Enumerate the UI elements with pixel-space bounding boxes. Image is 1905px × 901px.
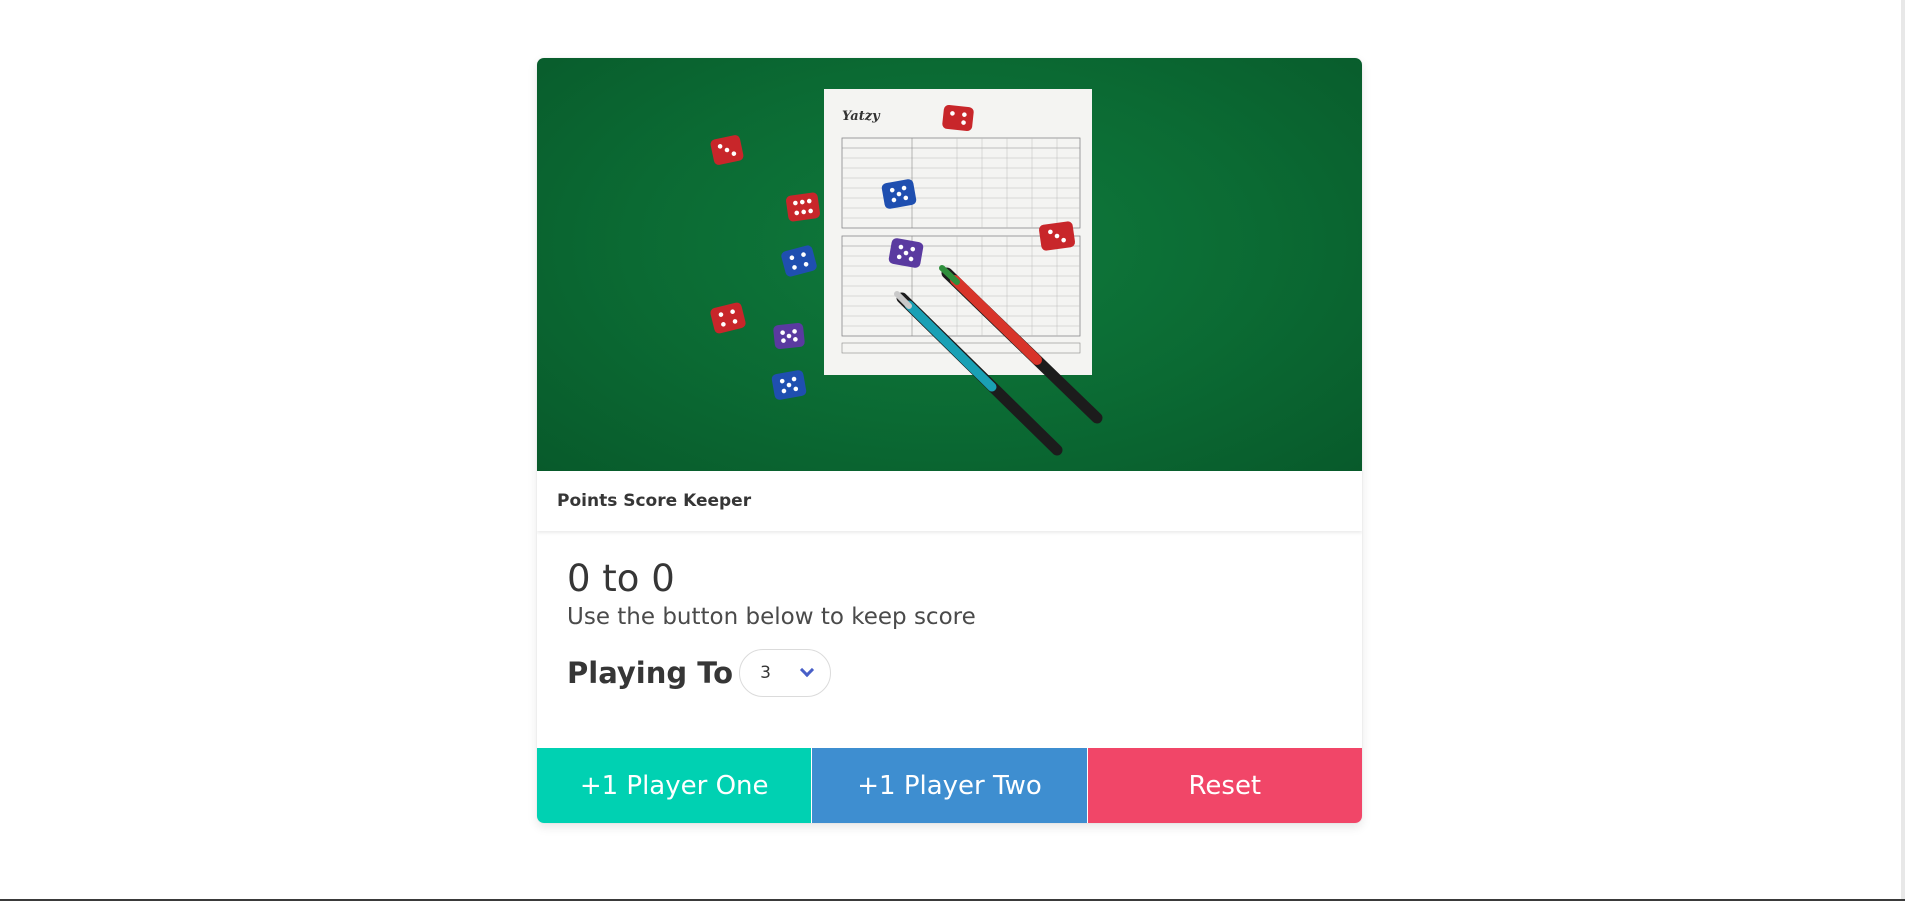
playing-to-row: Playing To 3 xyxy=(567,649,1332,698)
playing-to-value: 3 xyxy=(760,663,771,684)
score-instructions: Use the button below to keep score xyxy=(567,603,976,630)
card-header-title: Points Score Keeper xyxy=(557,491,752,511)
yatzy-dice-image: Yatzy xyxy=(710,89,1103,456)
chevron-down-icon xyxy=(800,663,815,678)
player-one-button[interactable]: +1 Player One xyxy=(537,748,812,823)
card-footer: +1 Player One +1 Player Two Reset xyxy=(537,748,1362,823)
card-image: Yatzy xyxy=(537,58,1362,471)
scoresheet-title: Yatzy xyxy=(842,109,881,124)
playing-to-label: Playing To xyxy=(567,656,734,691)
score-keeper-card: Yatzy Points Score Keeper 0 to 0 Use the… xyxy=(537,58,1362,823)
card-content: 0 to 0 Use the button below to keep scor… xyxy=(537,531,1362,707)
score-display: 0 to 0 xyxy=(567,557,675,600)
player-two-button[interactable]: +1 Player Two xyxy=(811,748,1087,823)
scrollbar[interactable] xyxy=(1901,0,1905,901)
playing-to-select[interactable]: 3 xyxy=(739,649,832,698)
page: Yatzy Points Score Keeper 0 to 0 Use the… xyxy=(0,0,1905,901)
reset-button[interactable]: Reset xyxy=(1086,748,1362,823)
card-header: Points Score Keeper xyxy=(537,471,1362,531)
